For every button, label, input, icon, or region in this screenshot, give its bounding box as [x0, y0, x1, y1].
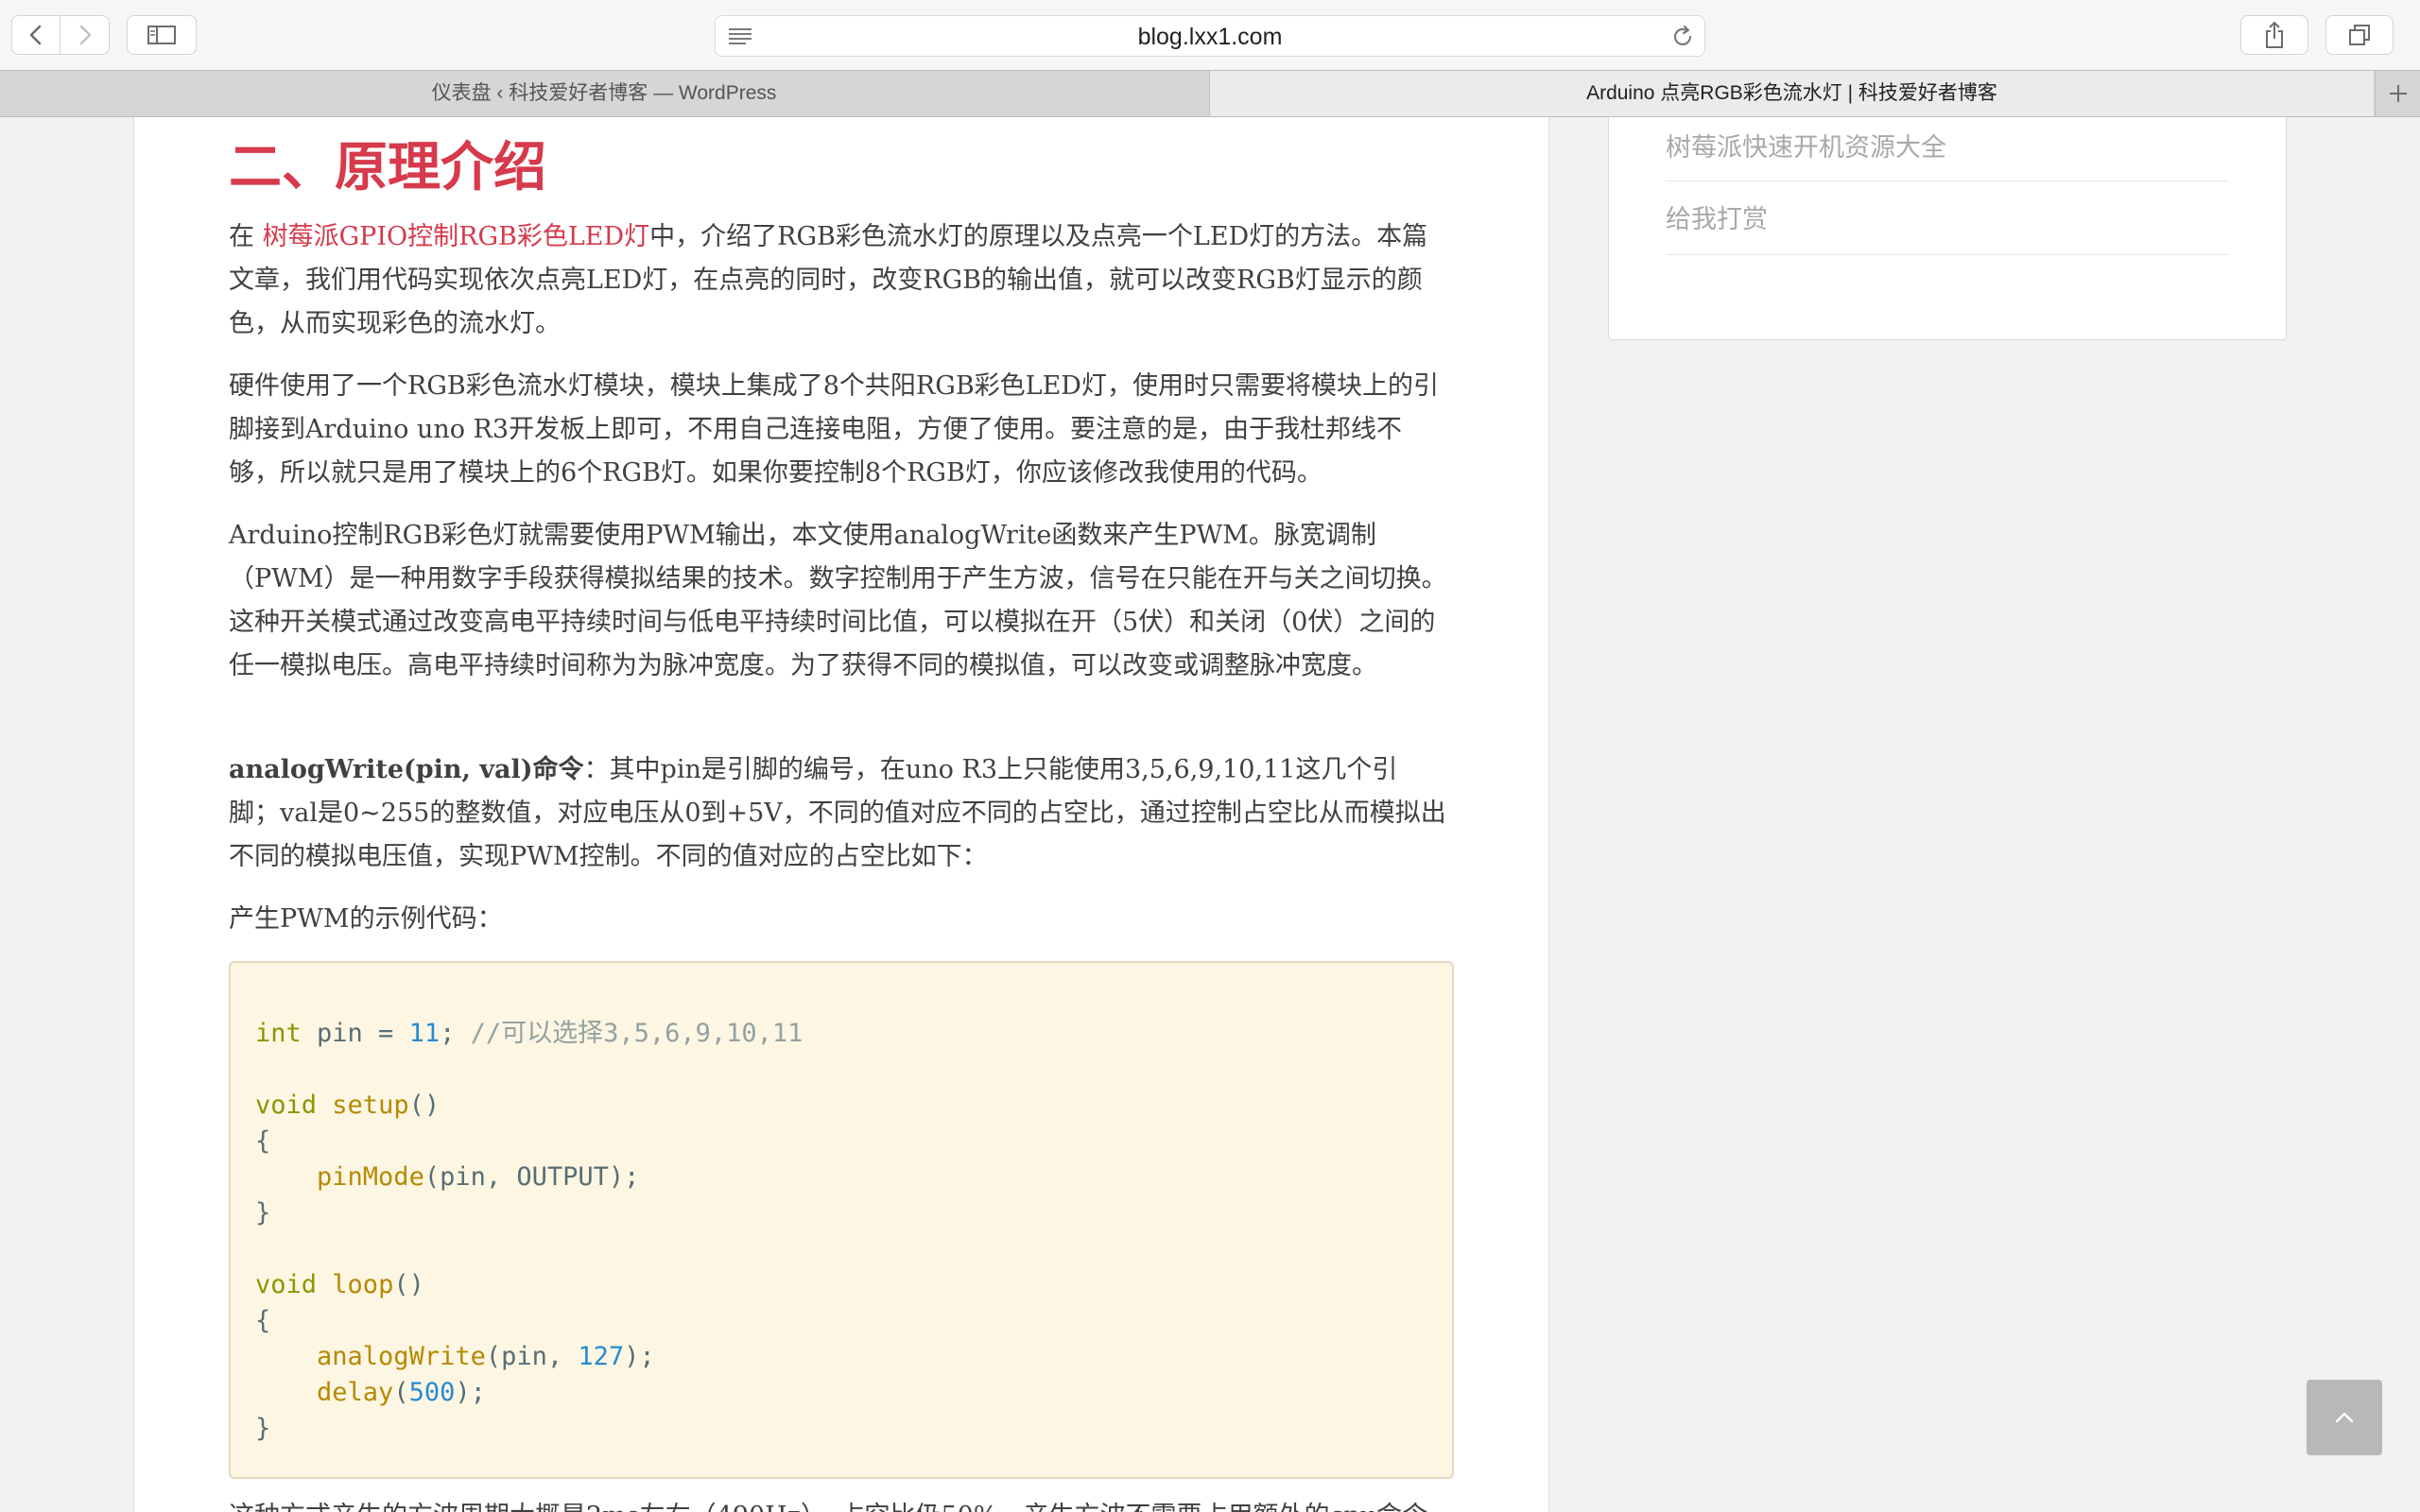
tab-bar: 仪表盘 ‹ 科技爱好者博客 — WordPress Arduino 点亮RGB彩… [0, 70, 2420, 117]
code-line: pinMode(pin, OUTPUT); [317, 1162, 640, 1192]
code-line: } [255, 1198, 271, 1228]
intro-prefix: 在 [229, 222, 263, 251]
back-button[interactable] [11, 15, 60, 55]
tab-arduino-article[interactable]: Arduino 点亮RGB彩色流水灯 | 科技爱好者博客 [1209, 71, 2374, 116]
share-button[interactable] [2240, 15, 2308, 55]
browser-toolbar: blog.lxx1.com [0, 0, 2420, 70]
section-heading: 二、原理介绍 [229, 136, 546, 198]
divider [1666, 254, 2229, 255]
analogwrite-command: analogWrite(pin, val)命令 [229, 755, 584, 784]
back-to-top-button[interactable] [2307, 1380, 2382, 1455]
new-tab-button[interactable] [2375, 71, 2420, 116]
chevron-right-icon [79, 25, 91, 45]
sidebar-widget: 树莓派快速开机资源大全 给我打赏 [1608, 117, 2287, 340]
chevron-left-icon [29, 25, 42, 45]
tab-dashboard[interactable]: 仪表盘 ‹ 科技爱好者博客 — WordPress [0, 71, 1208, 116]
code-line: int pin = 11; //可以选择3,5,6,9,10,11 [255, 1019, 804, 1048]
url-text[interactable]: blog.lxx1.com [716, 16, 1704, 58]
code-line: { [255, 1306, 271, 1335]
analogwrite-paragraph: analogWrite(pin, val)命令：其中pin是引脚的编号，在uno… [229, 748, 1448, 879]
next-paragraph-partial: 这种方式产生的方波周期大概是2ms左右（490Hz），占空比仍50%，产生方波不… [229, 1495, 1427, 1512]
show-all-tabs-button[interactable] [2325, 15, 2394, 55]
reload-icon[interactable] [1670, 25, 1695, 49]
show-sidebar-button[interactable] [127, 15, 197, 55]
code-line: analogWrite(pin, 127); [317, 1342, 655, 1371]
code-line: void setup() [255, 1091, 441, 1120]
code-line: } [255, 1414, 271, 1443]
sidebar-item-donate[interactable]: 给我打赏 [1666, 201, 2229, 239]
divider [1666, 180, 2229, 181]
address-bar[interactable]: blog.lxx1.com [715, 15, 1705, 57]
code-block[interactable]: int pin = 11; //可以选择3,5,6,9,10,11 void s… [229, 961, 1454, 1479]
code-line: delay(500); [317, 1378, 486, 1407]
hardware-paragraph: 硬件使用了一个RGB彩色流水灯模块，模块上集成了8个共阳RGB彩色LED灯，使用… [229, 371, 1439, 488]
sidebar-item-raspberry-resources[interactable]: 树莓派快速开机资源大全 [1666, 129, 2229, 167]
gpio-rgb-link[interactable]: 树莓派GPIO控制RGB彩色LED灯 [263, 222, 650, 251]
share-icon [2266, 21, 2283, 48]
pwm-paragraph: Arduino控制RGB彩色灯就需要使用PWM输出，本文使用analogWrit… [229, 521, 1447, 680]
sidebar-icon [147, 26, 176, 44]
code-line: void loop() [255, 1270, 424, 1299]
tabs-icon [2349, 25, 2370, 45]
example-code-label: 产生PWM的示例代码： [229, 904, 503, 934]
code-line: { [255, 1126, 271, 1156]
web-page: 二、原理介绍 在 树莓派GPIO控制RGB彩色LED灯中，介绍了RGB彩色流水灯… [0, 117, 2420, 1512]
intro-paragraph: 在 树莓派GPIO控制RGB彩色LED灯中，介绍了RGB彩色流水灯的原理以及点亮… [229, 215, 1448, 346]
forward-button[interactable] [60, 15, 110, 55]
plus-icon [2389, 85, 2407, 102]
chevron-up-icon [2335, 1412, 2354, 1423]
